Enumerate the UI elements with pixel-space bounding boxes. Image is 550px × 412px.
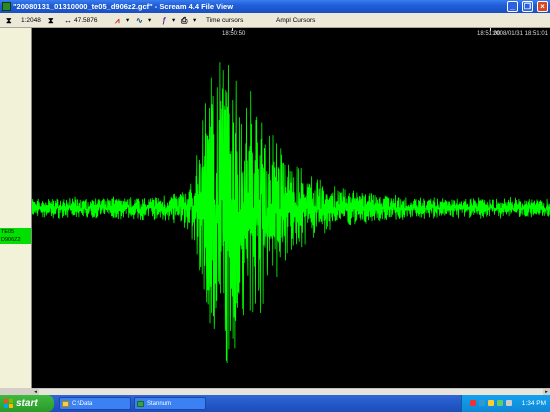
time-span-value[interactable]: 47.5876	[74, 15, 98, 26]
time-span-icon[interactable]: ↔	[64, 15, 72, 26]
channel-panel: TE05 D906Z2	[0, 28, 32, 388]
seismic-trace	[31, 62, 550, 364]
tray-icon[interactable]	[479, 400, 485, 406]
tray-icon[interactable]	[497, 400, 503, 406]
close-icon[interactable]: ×	[537, 1, 548, 12]
start-button[interactable]: start	[0, 395, 54, 412]
taskbar: start C:\Data Stannum 1:34 PM	[0, 395, 550, 412]
horizontal-scrollbar[interactable]: ◂ ▸	[32, 388, 550, 395]
title-bar: "20080131_01310000_te05_d906z2.gcf" - Sc…	[0, 0, 550, 13]
restore-icon[interactable]: ❐	[522, 1, 533, 12]
app-icon[interactable]	[2, 2, 11, 11]
system-tray: 1:34 PM	[461, 395, 550, 412]
time-tick-label: 18:50:50	[222, 31, 246, 37]
zoom-ratio[interactable]: 1:2048	[21, 15, 41, 26]
print-dropdown-icon[interactable]: ▾	[193, 15, 196, 26]
bandpass-dropdown-icon[interactable]: ▾	[172, 15, 175, 26]
clock: 1:34 PM	[521, 400, 546, 407]
ampl-cursors-button[interactable]: Ampl Cursors	[276, 15, 315, 26]
taskbar-button-label: Stannum	[147, 401, 172, 407]
toolbar: ⧗ 1:2048 ⧗ ↔ 47.5876 ⩘ ▾ ∿ ▾ ƒ ▾ ⎙ ▾ Tim…	[0, 13, 550, 28]
app-icon	[137, 401, 144, 407]
spectrum-icon[interactable]: ∿	[136, 15, 143, 26]
print-icon[interactable]: ⎙	[181, 15, 187, 26]
date-time-readout: 2008/01/31 18:51:01	[492, 31, 548, 37]
zoom-time-icon[interactable]: ⧗	[48, 15, 54, 26]
channel-component: D906Z2	[1, 237, 21, 243]
time-cursors-button[interactable]: Time cursors	[206, 15, 243, 26]
tray-icon[interactable]	[470, 400, 476, 406]
taskbar-button-data-folder[interactable]: C:\Data	[59, 397, 131, 410]
tray-icon[interactable]	[506, 400, 512, 406]
windows-logo-icon	[4, 399, 13, 408]
zoom-vertical-icon[interactable]: ⧗	[6, 15, 12, 26]
channel-label[interactable]: TE05 D906Z2	[0, 228, 31, 244]
filter-icon[interactable]: ⩘	[115, 15, 120, 26]
start-label: start	[16, 398, 38, 409]
filter-dropdown-icon[interactable]: ▾	[126, 15, 129, 26]
channel-station: TE05	[1, 229, 15, 235]
tray-icon[interactable]	[488, 400, 494, 406]
bandpass-icon[interactable]: ƒ	[162, 15, 166, 26]
spectrum-dropdown-icon[interactable]: ▾	[148, 15, 151, 26]
folder-icon	[62, 401, 69, 407]
taskbar-button-label: C:\Data	[72, 401, 93, 407]
waveform-svg	[31, 62, 550, 364]
window-title: "20080131_01310000_te05_d906z2.gcf" - Sc…	[13, 2, 234, 11]
minimize-icon[interactable]: _	[507, 1, 518, 12]
waveform-plot[interactable]	[31, 28, 550, 388]
time-axis: 18:50:50 18:51:00 2008/01/31 18:51:01	[32, 28, 550, 42]
taskbar-button-stannum[interactable]: Stannum	[134, 397, 206, 410]
